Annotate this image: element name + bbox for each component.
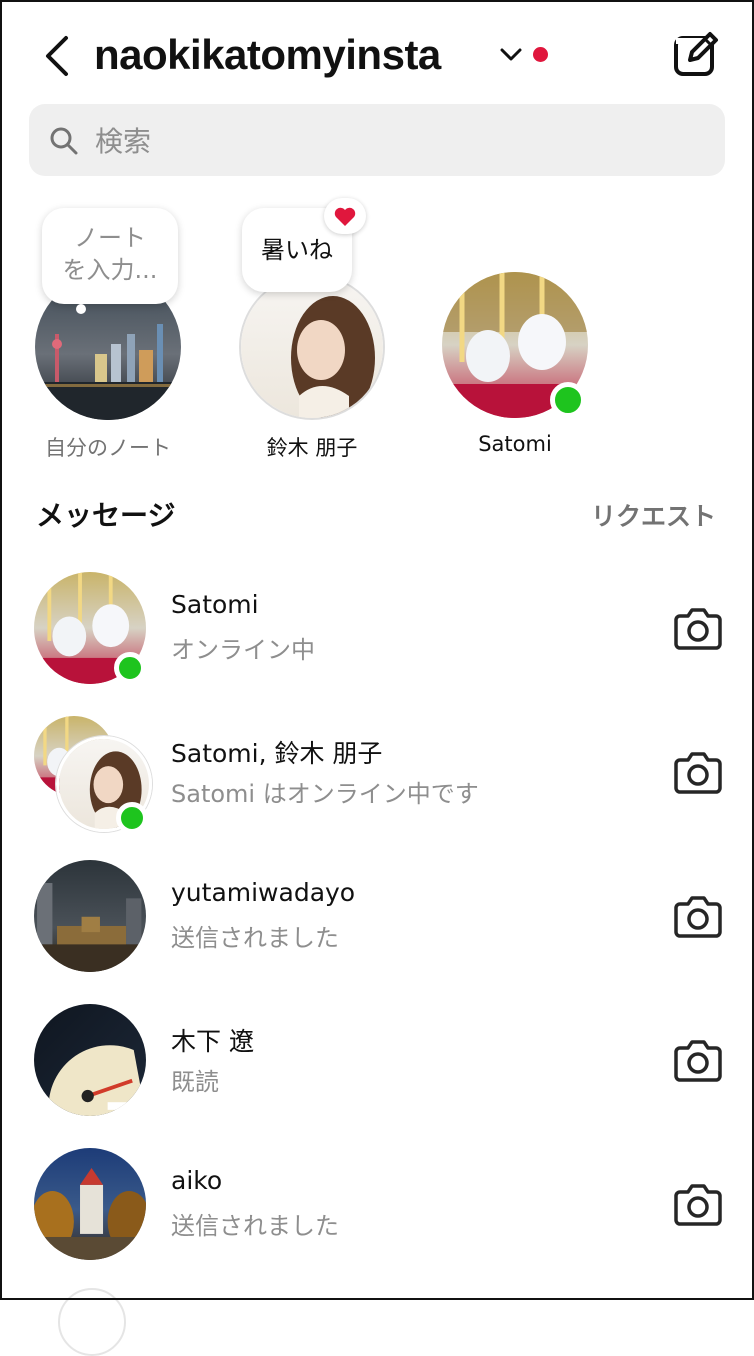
back-arrow-icon[interactable] [40, 32, 76, 80]
notification-dot [533, 47, 548, 62]
heart-icon [334, 207, 356, 226]
thread-status: 既読 [171, 1068, 219, 1096]
camera-icon[interactable] [674, 894, 722, 938]
note-label: 自分のノート [45, 436, 171, 460]
thread-status: Satomi はオンライン中です [171, 780, 479, 808]
note-own[interactable]: ノート を入力... 自分のノート [0, 200, 220, 470]
note-text-line2: を入力... [62, 256, 158, 284]
avatar [239, 274, 385, 420]
camera-icon[interactable] [674, 606, 722, 650]
camera-icon[interactable] [674, 750, 722, 794]
search-icon [50, 127, 78, 155]
thread-name: 木下 遼 [171, 1027, 254, 1056]
thread-row[interactable]: Satomi, 鈴木 朋子 Satomi はオンライン中です [0, 716, 754, 844]
thread-status: 送信されました [171, 1212, 339, 1240]
thread-row[interactable]: 木下 遼 既読 [0, 1004, 754, 1132]
camera-icon[interactable] [674, 1038, 722, 1082]
thread-row[interactable]: Satomi オンライン中 [0, 572, 754, 700]
thread-name: aiko [171, 1166, 223, 1195]
bubble-tail [76, 304, 86, 314]
camera-icon[interactable] [674, 1182, 722, 1226]
avatar [34, 1148, 146, 1260]
messages-heading: メッセージ [36, 499, 176, 532]
note-label: Satomi [478, 432, 552, 456]
thread-name: Satomi [171, 590, 259, 619]
thread-status: 送信されました [171, 924, 339, 952]
chevron-down-icon[interactable] [498, 44, 524, 64]
search-bar[interactable] [29, 104, 725, 176]
avatar-partial [58, 1288, 126, 1356]
search-input[interactable] [93, 118, 697, 164]
thread-row[interactable]: yutamiwadayo 送信されました [0, 860, 754, 988]
thread-status: オンライン中 [171, 636, 315, 664]
note-text: 暑いね [261, 236, 333, 264]
thread-name: yutamiwadayo [171, 878, 356, 907]
avatar [34, 860, 146, 972]
avatar [34, 1004, 146, 1116]
note-suzuki[interactable]: 暑いね 鈴木 朋子 [205, 198, 425, 470]
thread-name: Satomi, 鈴木 朋子 [171, 739, 383, 768]
heart-badge[interactable] [324, 198, 366, 234]
account-username[interactable]: naokikatomyinsta [94, 30, 441, 80]
compose-icon[interactable] [672, 30, 720, 78]
note-bubble[interactable]: ノート を入力... [42, 208, 178, 304]
note-label: 鈴木 朋子 [266, 436, 358, 460]
note-text-line1: ノート [74, 224, 146, 252]
online-indicator [116, 802, 148, 834]
requests-link[interactable]: リクエスト [591, 497, 716, 533]
thread-row[interactable]: aiko 送信されました [0, 1148, 754, 1276]
top-bar: naokikatomyinsta [0, 22, 754, 92]
online-indicator [114, 652, 146, 684]
note-satomi[interactable]: Satomi [410, 200, 630, 470]
online-indicator [550, 382, 586, 418]
